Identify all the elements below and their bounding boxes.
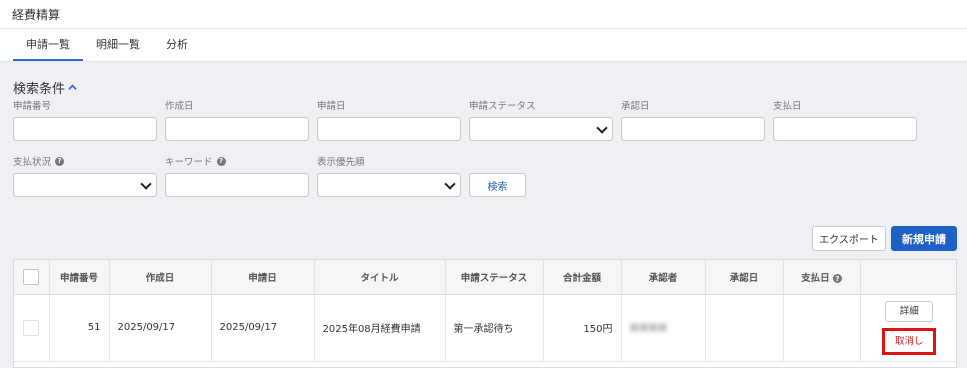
select-all-checkbox[interactable] [23, 268, 40, 285]
applications-table: 申請番号 作成日 申請日 タイトル 申請ステータス 合計金額 承認者 承認日 支… [13, 259, 957, 368]
filter-keyword: キーワード ? [165, 154, 309, 197]
column-header[interactable]: 作成日 [109, 260, 212, 295]
tab-application-list[interactable]: 申請一覧 [13, 36, 83, 61]
table-header-row: 申請番号 作成日 申請日 タイトル 申請ステータス 合計金額 承認者 承認日 支… [14, 260, 956, 295]
search-button[interactable]: 検索 [469, 173, 526, 197]
column-header-paid-date[interactable]: 支払日 ? [783, 260, 861, 295]
approved-date-input[interactable] [621, 117, 765, 141]
application-status-select[interactable] [469, 117, 613, 141]
filter-label: キーワード [165, 157, 213, 168]
column-header-label: 支払日 [801, 272, 830, 284]
detail-button[interactable]: 詳細 [885, 300, 934, 322]
filter-label: 申請日 [317, 101, 346, 112]
cell-applied: 2025/09/17 [211, 294, 315, 362]
cell-approved-date [705, 294, 784, 362]
paid-date-input[interactable] [773, 117, 917, 141]
search-conditions-title: 検索条件 [13, 82, 66, 97]
cell-approver: ■■■■ [621, 294, 706, 362]
column-header[interactable]: 申請日 [211, 260, 315, 295]
cell-title: 2025年08月経費申請 [314, 294, 446, 362]
help-icon[interactable]: ? [832, 274, 842, 284]
column-header[interactable]: 申請番号 [49, 260, 110, 295]
app-title: 経費精算 [12, 7, 61, 22]
chevron-up-icon [68, 84, 77, 90]
column-header[interactable]: 申請ステータス [445, 260, 544, 295]
filter-label: 支払日 [773, 101, 802, 112]
filter-label: 申請番号 [13, 101, 52, 112]
column-header[interactable]: 承認日 [705, 260, 784, 295]
payment-status-select[interactable] [13, 173, 157, 197]
filter-label-wrap: 支払状況 ? [13, 154, 157, 168]
search-conditions-toggle[interactable]: 検索条件 [13, 78, 77, 97]
new-application-button[interactable]: 新規申請 [891, 226, 957, 251]
filter-approved-date: 承認日 [621, 98, 765, 141]
app-header: 経費精算 [0, 0, 967, 29]
applied-date-input[interactable] [317, 117, 461, 141]
help-icon[interactable]: ? [55, 156, 65, 166]
filter-label: 表示優先順 [317, 157, 365, 168]
column-header[interactable]: タイトル [314, 260, 446, 295]
keyword-input[interactable] [165, 173, 309, 197]
column-header[interactable]: 承認者 [621, 260, 706, 295]
application-number-input[interactable] [13, 117, 157, 141]
row-select-cell [14, 294, 50, 362]
cell-created: 2025/09/17 [109, 294, 212, 362]
filter-application-number: 申請番号 [13, 98, 157, 141]
filter-paid-date: 支払日 [773, 98, 917, 141]
filter-display-order: 表示優先順 [317, 154, 461, 197]
tab-analysis[interactable]: 分析 [153, 36, 201, 61]
table-row: 51 2025/09/17 2025/09/17 2025年08月経費申請 第一… [14, 294, 956, 362]
filter-application-status: 申請ステータス [469, 98, 613, 141]
created-date-input[interactable] [165, 117, 309, 141]
cell-amount: 150円 [543, 294, 622, 362]
filter-label: 申請ステータス [469, 101, 536, 112]
column-header-actions [860, 260, 956, 295]
filter-payment-status: 支払状況 ? [13, 154, 157, 197]
row-checkbox[interactable] [23, 319, 40, 336]
cell-id: 51 [49, 294, 110, 362]
cancel-button[interactable]: 取消し [882, 327, 937, 355]
filter-label: 作成日 [165, 101, 194, 112]
filter-applied-date: 申請日 [317, 98, 461, 141]
filter-created-date: 作成日 [165, 98, 309, 141]
main-area: 検索条件 申請番号 作成日 申請日 申請ステータス 承認日 支払日 支払状況 ?… [0, 62, 967, 368]
filter-label-wrap: キーワード ? [165, 154, 309, 168]
tab-bar: 申請一覧 明細一覧 分析 [0, 29, 967, 62]
display-order-select[interactable] [317, 173, 461, 197]
filter-label: 承認日 [621, 101, 650, 112]
cell-paid-date [783, 294, 861, 362]
help-icon[interactable]: ? [216, 156, 226, 166]
column-header[interactable]: 合計金額 [543, 260, 622, 295]
cell-actions: 詳細 取消し [860, 294, 956, 362]
tab-detail-list[interactable]: 明細一覧 [83, 36, 153, 61]
export-button[interactable]: エクスポート [812, 226, 886, 251]
select-all-cell [14, 260, 50, 295]
filter-label: 支払状況 [13, 157, 52, 168]
approver-name: ■■■■ [629, 322, 668, 333]
cell-status: 第一承認待ち [445, 294, 544, 362]
